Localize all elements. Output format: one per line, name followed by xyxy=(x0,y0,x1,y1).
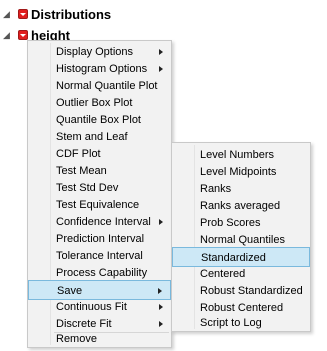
submenu-arrow-icon xyxy=(159,321,163,327)
submenu-arrow-icon xyxy=(159,49,163,55)
report-title: Distributions xyxy=(31,7,112,22)
red-triangle-menu-icon[interactable] xyxy=(18,30,28,40)
submenu-item-label: Script to Log xyxy=(200,317,262,329)
context-menu: Display Options Histogram Options Normal… xyxy=(27,40,172,348)
red-triangle-menu-icon[interactable] xyxy=(18,9,28,19)
collapse-triangle-icon[interactable]: ◢ xyxy=(3,31,10,40)
submenu-arrow-icon xyxy=(159,219,163,225)
submenu-arrow-icon xyxy=(158,288,162,294)
submenu-arrow-icon xyxy=(159,304,163,310)
menu-item-label: Remove xyxy=(56,333,97,345)
submenu-arrow-icon xyxy=(159,66,163,72)
submenu-item-script-to-log[interactable]: Script to Log xyxy=(172,313,310,333)
collapse-triangle-icon[interactable]: ◢ xyxy=(3,10,10,19)
menu-item-remove[interactable]: Remove xyxy=(28,329,171,349)
save-submenu: Level Numbers Level Midpoints Ranks Rank… xyxy=(171,142,311,332)
